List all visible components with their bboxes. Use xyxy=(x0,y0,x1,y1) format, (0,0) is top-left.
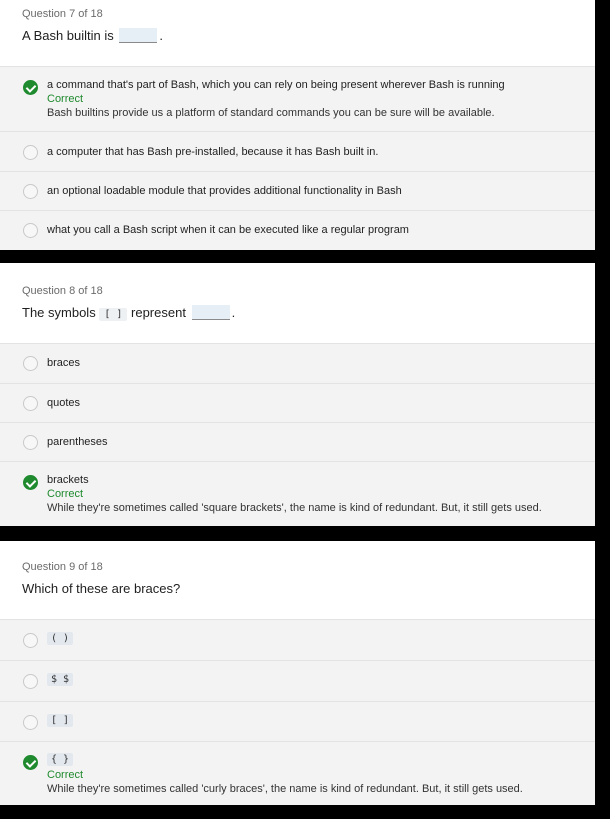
question-prompt: A Bash builtin is . xyxy=(22,28,163,43)
option[interactable]: [ ] xyxy=(0,701,595,741)
question-prompt: The symbols [ ] represent . xyxy=(22,305,235,321)
check-icon[interactable] xyxy=(23,80,38,95)
option-label: brackets xyxy=(47,474,89,486)
option-label: braces xyxy=(47,357,81,369)
radio-button[interactable] xyxy=(23,223,38,238)
explanation-text: While they're sometimes called 'square b… xyxy=(47,502,542,514)
option-label: a command that's part of Bash, which you… xyxy=(47,79,505,91)
correct-label: Correct xyxy=(47,488,84,500)
option[interactable]: an optional loadable module that provide… xyxy=(0,171,595,210)
question-prompt: Which of these are braces? xyxy=(22,581,181,596)
radio-button[interactable] xyxy=(23,715,38,730)
option[interactable]: braces xyxy=(0,343,595,383)
prompt-period: . xyxy=(159,28,164,43)
option[interactable]: ( ) xyxy=(0,619,595,660)
option-label: a computer that has Bash pre-installed, … xyxy=(47,146,379,158)
check-icon[interactable] xyxy=(23,475,38,490)
question-card-9: Question 9 of 18 Which of these are brac… xyxy=(0,541,595,805)
option[interactable]: parentheses xyxy=(0,422,595,461)
option[interactable]: $ $ xyxy=(0,660,595,701)
question-card-7: Question 7 of 18 A Bash builtin is . a c… xyxy=(0,0,595,250)
question-counter: Question 9 of 18 xyxy=(22,561,103,573)
check-icon[interactable] xyxy=(23,755,38,770)
prompt-text: A Bash builtin is xyxy=(22,28,114,43)
prompt-text: represent xyxy=(131,305,186,320)
answer-blank xyxy=(191,305,230,320)
option[interactable]: quotes xyxy=(0,383,595,422)
option-code: { } xyxy=(47,753,74,766)
explanation-text: While they're sometimes called 'curly br… xyxy=(47,783,523,795)
option-code: $ $ xyxy=(47,673,74,686)
explanation-text: Bash builtins provide us a platform of s… xyxy=(47,107,495,119)
prompt-text: The symbols xyxy=(22,305,96,320)
prompt-period: . xyxy=(231,305,236,320)
radio-button[interactable] xyxy=(23,356,38,371)
radio-button[interactable] xyxy=(23,396,38,411)
option[interactable]: a computer that has Bash pre-installed, … xyxy=(0,131,595,171)
radio-button[interactable] xyxy=(23,674,38,689)
inline-code: [ ] xyxy=(99,308,128,321)
correct-label: Correct xyxy=(47,93,84,105)
option-label: what you call a Bash script when it can … xyxy=(47,224,409,236)
option-label: quotes xyxy=(47,397,81,409)
option-label: parentheses xyxy=(47,436,108,448)
option-selected[interactable]: { } Correct While they're sometimes call… xyxy=(0,741,595,805)
question-card-8: Question 8 of 18 The symbols [ ] represe… xyxy=(0,263,595,526)
option[interactable]: what you call a Bash script when it can … xyxy=(0,210,595,250)
radio-button[interactable] xyxy=(23,145,38,160)
option-code: [ ] xyxy=(47,714,74,727)
question-counter: Question 7 of 18 xyxy=(22,8,103,20)
radio-button[interactable] xyxy=(23,184,38,199)
option-label: an optional loadable module that provide… xyxy=(47,185,402,197)
question-counter: Question 8 of 18 xyxy=(22,285,103,297)
option-selected[interactable]: brackets Correct While they're sometimes… xyxy=(0,461,595,526)
option-selected[interactable]: a command that's part of Bash, which you… xyxy=(0,66,595,131)
radio-button[interactable] xyxy=(23,435,38,450)
correct-label: Correct xyxy=(47,769,84,781)
answer-blank xyxy=(119,28,158,43)
option-code: ( ) xyxy=(47,632,74,645)
radio-button[interactable] xyxy=(23,633,38,648)
